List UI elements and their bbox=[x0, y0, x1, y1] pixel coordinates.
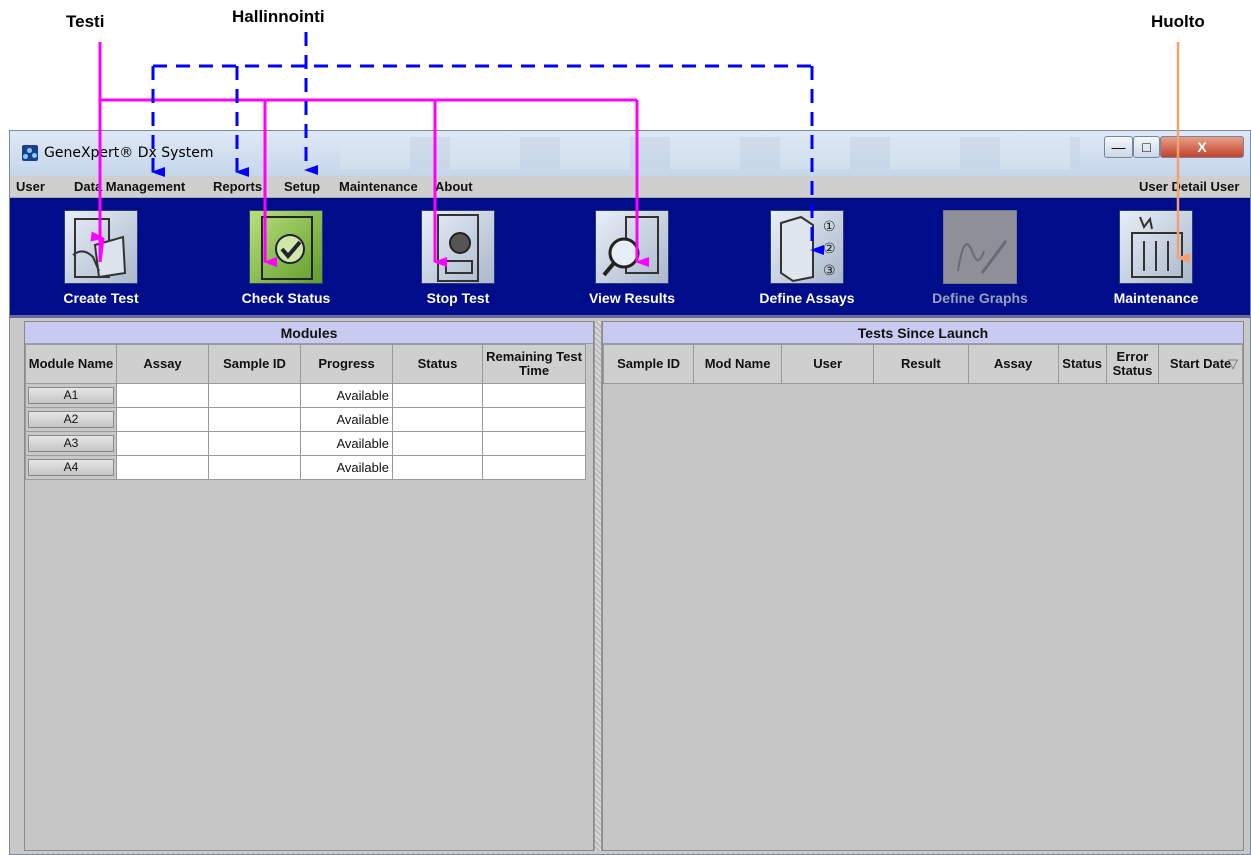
module-button[interactable]: A1 bbox=[28, 387, 114, 404]
annotation-testi: Testi bbox=[66, 12, 105, 31]
main-toolbar: Create Test Check Status Stop Test View … bbox=[10, 198, 1250, 318]
table-row[interactable]: A4 Available bbox=[25, 455, 586, 480]
menu-bar: User Data Management Reports Setup Maint… bbox=[10, 176, 1250, 198]
view-results-label: View Results bbox=[588, 290, 676, 306]
cell-assay bbox=[116, 455, 209, 480]
cell-remaining bbox=[482, 407, 586, 432]
cell-status bbox=[392, 407, 483, 432]
cell-status bbox=[392, 431, 483, 456]
col-mod-name[interactable]: Mod Name bbox=[693, 344, 783, 384]
cell-sample-id bbox=[208, 455, 301, 480]
stop-test-label: Stop Test bbox=[426, 290, 490, 306]
col-sample-id[interactable]: Sample ID bbox=[208, 344, 301, 384]
title-bar: GeneXpert® Dx System — □ X bbox=[10, 131, 1250, 176]
table-row[interactable]: A2 Available bbox=[25, 407, 586, 432]
view-results-button[interactable]: View Results bbox=[551, 206, 701, 312]
maintenance-button[interactable]: Maintenance bbox=[1075, 206, 1225, 312]
module-button[interactable]: A4 bbox=[28, 459, 114, 476]
define-graphs-label: Define Graphs bbox=[932, 290, 1028, 306]
genexpert-logo-icon bbox=[22, 145, 38, 161]
stop-test-icon bbox=[421, 210, 495, 284]
col-error-status[interactable]: Error Status bbox=[1105, 344, 1160, 384]
cell-progress: Available bbox=[300, 407, 393, 432]
maintenance-label: Maintenance bbox=[1113, 290, 1199, 306]
col-status[interactable]: Status bbox=[392, 344, 483, 384]
module-button[interactable]: A2 bbox=[28, 411, 114, 428]
table-row[interactable]: A1 Available bbox=[25, 383, 586, 408]
col-assay[interactable]: Assay bbox=[967, 344, 1059, 384]
menu-reports[interactable]: Reports bbox=[213, 179, 262, 194]
window-title: GeneXpert® Dx System bbox=[44, 145, 214, 161]
blurred-background-taskbar bbox=[340, 137, 1080, 169]
define-assays-label: Define Assays bbox=[759, 290, 855, 306]
col-sample-id[interactable]: Sample ID bbox=[602, 344, 695, 384]
cell-status bbox=[392, 383, 483, 408]
minimize-button[interactable]: — bbox=[1104, 136, 1133, 158]
stop-test-button[interactable]: Stop Test bbox=[377, 206, 527, 312]
annotation-huolto: Huolto bbox=[1151, 12, 1205, 31]
col-user[interactable]: User bbox=[781, 344, 875, 384]
define-assays-icon: ① ② ③ bbox=[770, 210, 844, 284]
col-result[interactable]: Result bbox=[873, 344, 969, 384]
modules-panel-title: Modules bbox=[25, 322, 593, 344]
menu-setup[interactable]: Setup bbox=[284, 179, 320, 194]
cell-remaining bbox=[482, 383, 586, 408]
cell-remaining bbox=[482, 431, 586, 456]
check-status-label: Check Status bbox=[241, 290, 331, 306]
cell-progress: Available bbox=[300, 383, 393, 408]
cell-remaining bbox=[482, 455, 586, 480]
menu-user[interactable]: User bbox=[16, 179, 45, 194]
cell-assay bbox=[116, 383, 209, 408]
create-test-icon bbox=[64, 210, 138, 284]
check-status-button[interactable]: Check Status bbox=[205, 206, 355, 312]
cell-sample-id bbox=[208, 407, 301, 432]
define-graphs-button[interactable]: Define Graphs bbox=[899, 206, 1049, 312]
cell-status bbox=[392, 455, 483, 480]
cell-sample-id bbox=[208, 383, 301, 408]
annotation-hallinnointi: Hallinnointi bbox=[232, 7, 325, 26]
tests-panel-title: Tests Since Launch bbox=[603, 322, 1243, 344]
create-test-label: Create Test bbox=[63, 290, 139, 306]
table-row[interactable]: A3 Available bbox=[25, 431, 586, 456]
user-detail-label: User Detail User bbox=[1139, 179, 1240, 194]
menu-data-management[interactable]: Data Management bbox=[74, 179, 185, 194]
modules-panel: Modules Module Name Assay Sample ID Prog… bbox=[24, 321, 594, 851]
modules-table: Module Name Assay Sample ID Progress Sta… bbox=[25, 344, 586, 480]
menu-maintenance[interactable]: Maintenance bbox=[339, 179, 418, 194]
create-test-button[interactable]: Create Test bbox=[20, 206, 170, 312]
svg-text:①: ① bbox=[823, 219, 836, 235]
close-button[interactable]: X bbox=[1160, 136, 1244, 158]
check-status-icon bbox=[249, 210, 323, 284]
col-module-name[interactable]: Module Name bbox=[25, 344, 117, 384]
maintenance-icon bbox=[1119, 210, 1193, 284]
view-results-icon bbox=[595, 210, 669, 284]
cell-assay bbox=[116, 431, 209, 456]
col-remaining-test-time[interactable]: Remaining Test Time bbox=[482, 344, 586, 384]
panel-splitter[interactable] bbox=[594, 321, 602, 851]
app-window: GeneXpert® Dx System — □ X User Data Man… bbox=[9, 130, 1251, 855]
cell-assay bbox=[116, 407, 209, 432]
cell-progress: Available bbox=[300, 431, 393, 456]
col-start-date[interactable]: Start Date ▽ bbox=[1158, 344, 1243, 384]
cell-sample-id bbox=[208, 431, 301, 456]
col-start-date-label: Start Date bbox=[1169, 356, 1232, 371]
module-button[interactable]: A3 bbox=[28, 435, 114, 452]
define-graphs-icon bbox=[943, 210, 1017, 284]
tests-since-launch-panel: Tests Since Launch Sample ID Mod Name Us… bbox=[602, 321, 1244, 851]
sort-descending-icon: ▽ bbox=[1228, 356, 1238, 371]
col-assay[interactable]: Assay bbox=[116, 344, 209, 384]
col-progress[interactable]: Progress bbox=[300, 344, 393, 384]
cell-progress: Available bbox=[300, 455, 393, 480]
maximize-button[interactable]: □ bbox=[1133, 136, 1160, 158]
define-assays-button[interactable]: ① ② ③ Define Assays bbox=[726, 206, 876, 312]
menu-about[interactable]: About bbox=[435, 179, 473, 194]
svg-text:②: ② bbox=[823, 241, 836, 257]
tests-table: Sample ID Mod Name User Result Assay Sta… bbox=[602, 344, 1243, 384]
col-status[interactable]: Status bbox=[1057, 344, 1107, 384]
svg-text:③: ③ bbox=[823, 263, 836, 279]
